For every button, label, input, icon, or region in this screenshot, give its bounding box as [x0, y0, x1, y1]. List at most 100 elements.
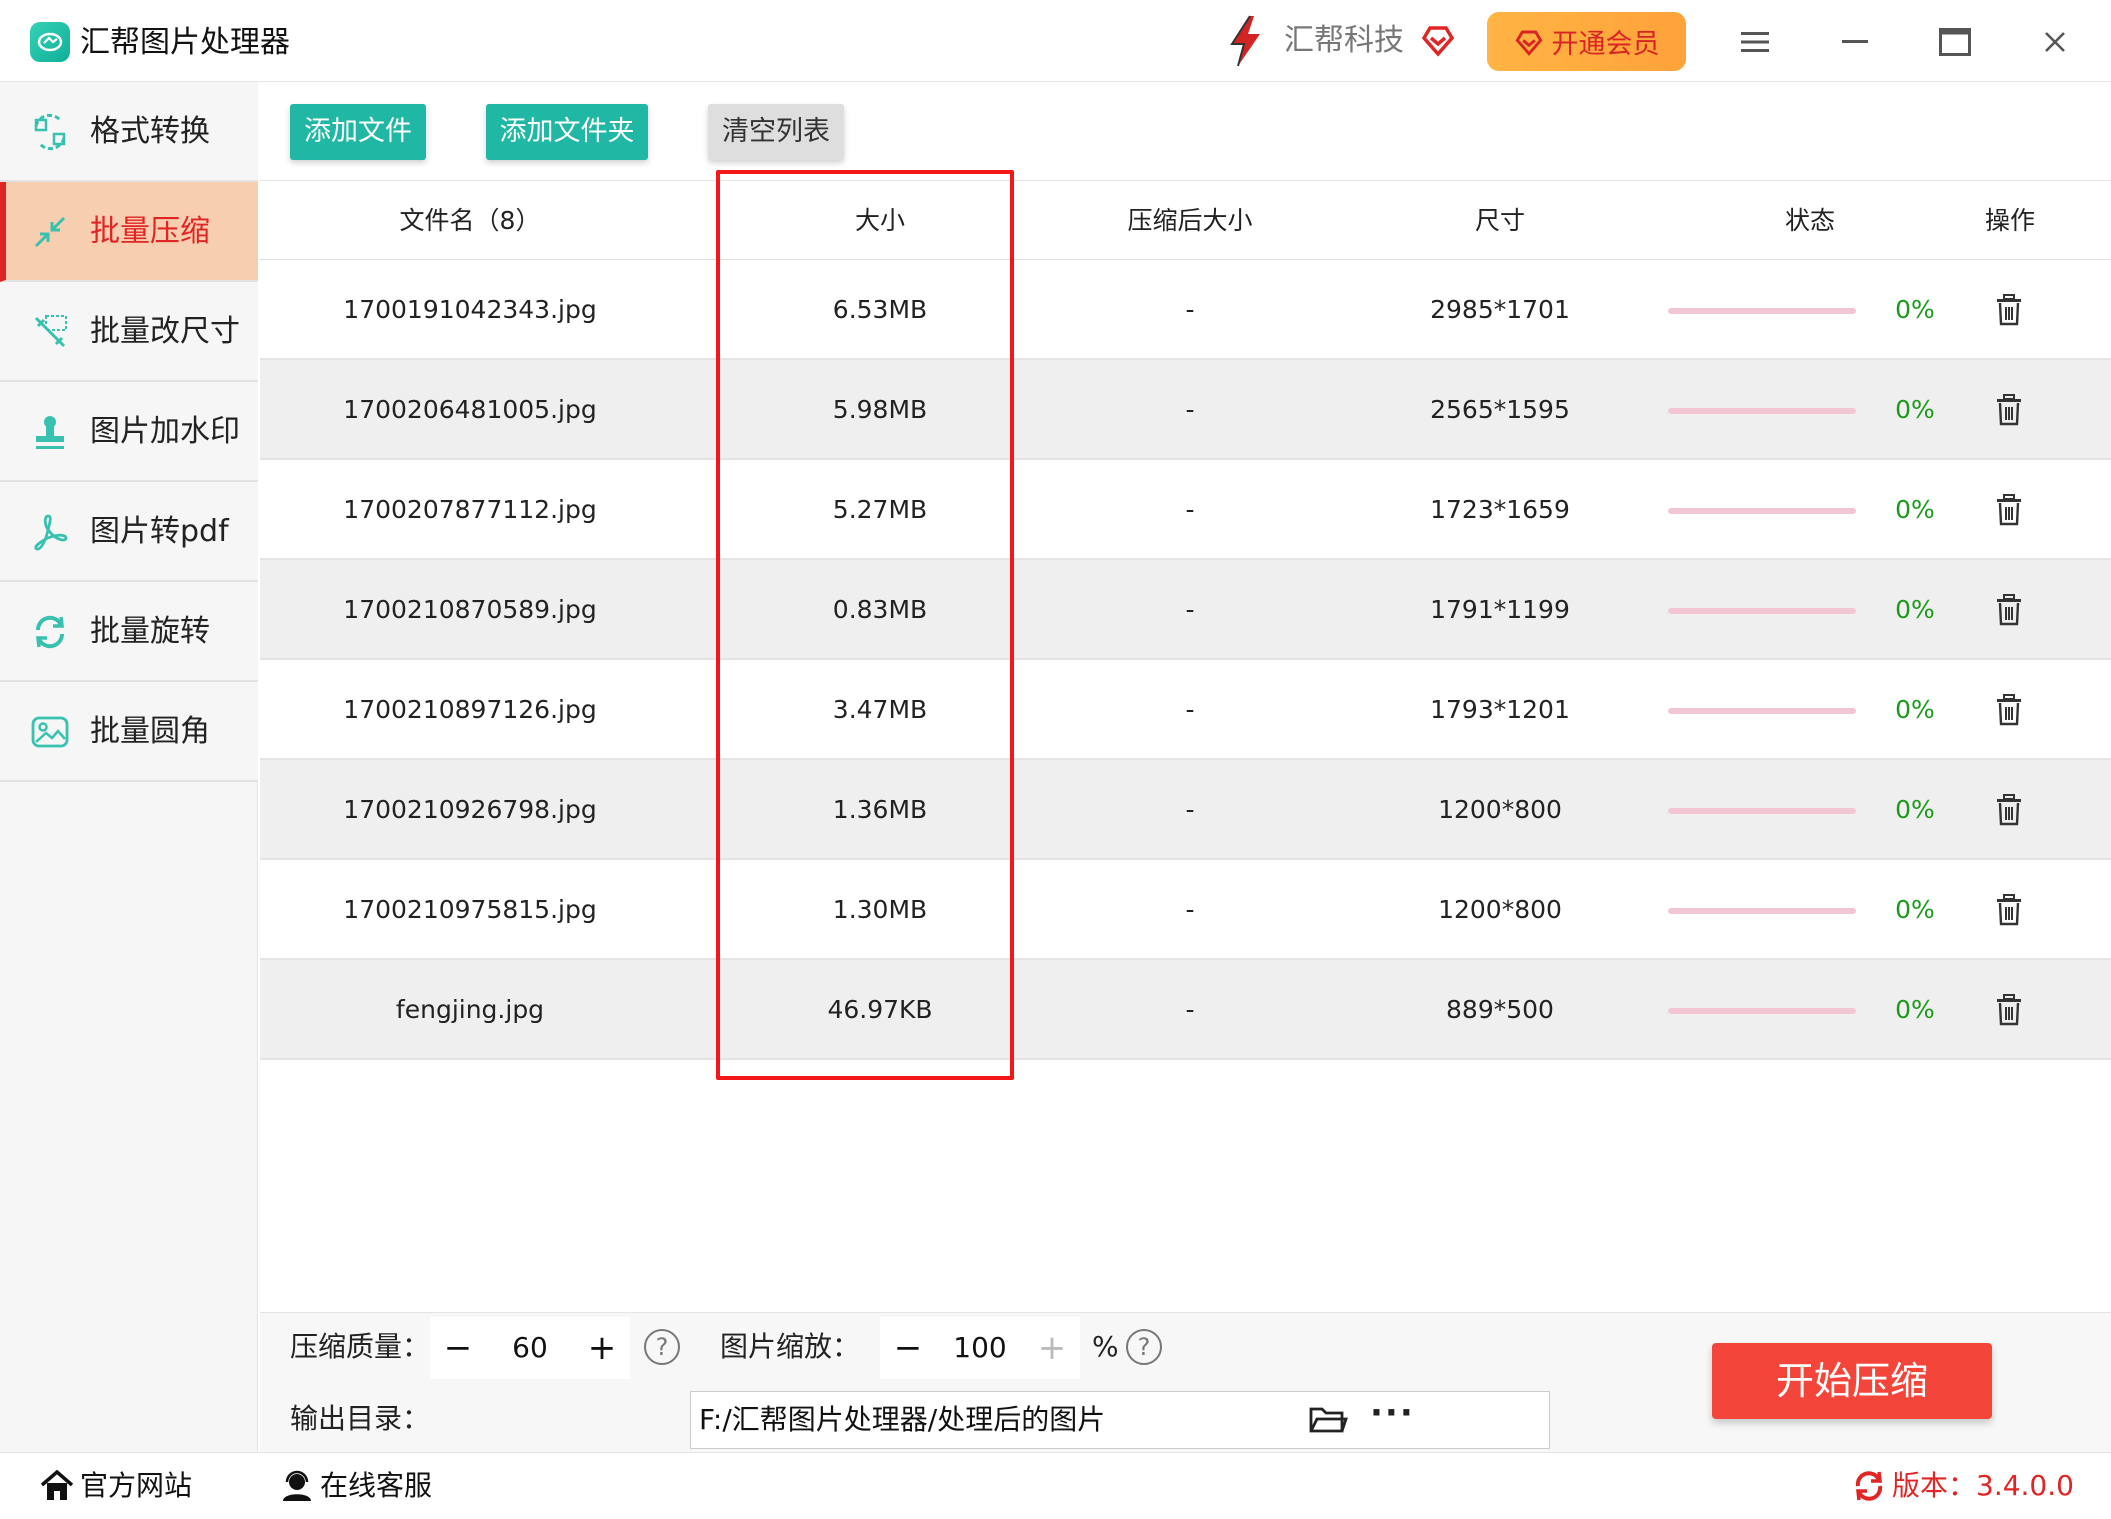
- cell-dimensions: 889*500: [1446, 995, 1554, 1024]
- trash-icon[interactable]: [1996, 994, 2022, 1026]
- clear-list-button[interactable]: 清空列表: [708, 104, 844, 160]
- output-label: 输出目录：: [290, 1402, 431, 1435]
- sidebar-item-format-convert[interactable]: 格式转换: [0, 82, 258, 182]
- start-compress-button[interactable]: 开始压缩: [1712, 1343, 1992, 1419]
- minimize-icon[interactable]: [1833, 20, 1877, 64]
- sidebar-item-to-pdf[interactable]: 图片转pdf: [0, 482, 258, 582]
- progress-bar: [1668, 408, 1856, 414]
- header-status: 状态: [1784, 206, 1835, 235]
- customer-service-icon: [283, 1470, 311, 1501]
- trash-icon[interactable]: [1996, 594, 2022, 626]
- sidebar-item-batch-rotate[interactable]: 批量旋转: [0, 582, 258, 682]
- quality-value[interactable]: 60: [486, 1317, 574, 1379]
- trash-icon[interactable]: [1996, 694, 2022, 726]
- cell-size: 0.83MB: [832, 595, 928, 624]
- table-row[interactable]: 1700191042343.jpg 6.53MB - 2985*1701 0%: [260, 260, 2111, 360]
- quality-increase-button[interactable]: +: [574, 1317, 630, 1379]
- table-row[interactable]: 1700210897126.jpg 3.47MB - 1793*1201 0%: [260, 660, 2111, 760]
- sidebar-item-watermark[interactable]: 图片加水印: [0, 382, 258, 482]
- trash-icon[interactable]: [1996, 494, 2022, 526]
- round-corner-icon: [31, 716, 69, 748]
- sidebar-item-round-corner[interactable]: 批量圆角: [0, 682, 258, 782]
- cell-compressed-size: -: [1185, 995, 1195, 1024]
- scale-increase-button[interactable]: +: [1024, 1317, 1080, 1379]
- online-support-label: 在线客服: [320, 1469, 433, 1502]
- progress-bar: [1668, 308, 1856, 314]
- cell-dimensions: 1200*800: [1438, 895, 1562, 924]
- footer: 官方网站 在线客服 版本：3.4.0.0: [0, 1452, 2111, 1519]
- cell-percent: 0%: [1895, 995, 1935, 1024]
- table-row[interactable]: fengjing.jpg 46.97KB - 889*500 0%: [260, 960, 2111, 1060]
- vip-heart-icon: [1515, 30, 1542, 56]
- cell-filename: 1700191042343.jpg: [343, 295, 597, 324]
- cell-compressed-size: -: [1185, 795, 1195, 824]
- cell-filename: 1700210870589.jpg: [343, 595, 597, 624]
- table-row[interactable]: 1700210870589.jpg 0.83MB - 1791*1199 0%: [260, 560, 2111, 660]
- quality-decrease-button[interactable]: −: [430, 1317, 486, 1379]
- cell-percent: 0%: [1895, 295, 1935, 324]
- scale-decrease-button[interactable]: −: [880, 1317, 936, 1379]
- quality-help-icon[interactable]: ?: [644, 1329, 680, 1365]
- online-support-link[interactable]: 在线客服: [280, 1465, 432, 1507]
- quality-stepper[interactable]: − 60 +: [430, 1317, 630, 1379]
- cell-filename: 1700206481005.jpg: [343, 395, 597, 424]
- progress-bar: [1668, 708, 1856, 714]
- header-compressed-size: 压缩后大小: [1127, 206, 1253, 235]
- cell-size: 5.98MB: [832, 395, 928, 424]
- sidebar-item-label: 批量圆角: [90, 714, 210, 749]
- brand-name: 汇帮科技: [1284, 23, 1404, 58]
- app-title: 汇帮图片处理器: [80, 25, 290, 60]
- brand-logo-icon: [1230, 15, 1260, 67]
- watermark-icon: [36, 416, 64, 449]
- add-folder-button[interactable]: 添加文件夹: [486, 104, 648, 160]
- scale-value[interactable]: 100: [936, 1317, 1024, 1379]
- cell-percent: 0%: [1895, 595, 1935, 624]
- maximize-icon[interactable]: [1933, 20, 1977, 64]
- add-file-button[interactable]: 添加文件: [290, 104, 426, 160]
- cell-compressed-size: -: [1185, 695, 1195, 724]
- header-action: 操作: [1984, 206, 2035, 235]
- version-info: 版本：3.4.0.0: [1852, 1465, 2074, 1507]
- cell-dimensions: 1200*800: [1438, 795, 1562, 824]
- cell-percent: 0%: [1895, 695, 1935, 724]
- title-bar: 汇帮图片处理器 汇帮科技 开通会员: [0, 0, 2111, 82]
- scale-stepper[interactable]: − 100 +: [880, 1317, 1080, 1379]
- table-header: 文件名（8） 大小 压缩后大小 尺寸 状态 操作: [260, 180, 2111, 260]
- cell-filename: 1700207877112.jpg: [343, 495, 597, 524]
- pdf-icon: [34, 514, 68, 551]
- cell-filename: 1700210926798.jpg: [343, 795, 597, 824]
- table-row[interactable]: 1700206481005.jpg 5.98MB - 2565*1595 0%: [260, 360, 2111, 460]
- trash-icon[interactable]: [1996, 794, 2022, 826]
- table-row[interactable]: 1700210975815.jpg 1.30MB - 1200*800 0%: [260, 860, 2111, 960]
- cell-dimensions: 1791*1199: [1430, 595, 1570, 624]
- cell-size: 6.53MB: [832, 295, 928, 324]
- official-website-link[interactable]: 官方网站: [40, 1465, 192, 1507]
- resize-icon: [34, 315, 67, 348]
- trash-icon[interactable]: [1996, 294, 2022, 326]
- cell-size: 1.30MB: [832, 895, 928, 924]
- table-row[interactable]: 1700210926798.jpg 1.36MB - 1200*800 0%: [260, 760, 2111, 860]
- more-options-button[interactable]: ···: [1370, 1393, 1415, 1433]
- vip-label: 开通会员: [1551, 29, 1660, 60]
- trash-icon[interactable]: [1996, 394, 2022, 426]
- scale-help-icon[interactable]: ?: [1126, 1329, 1162, 1365]
- folder-open-icon[interactable]: [1308, 1403, 1348, 1437]
- progress-bar: [1668, 508, 1856, 514]
- trash-icon[interactable]: [1996, 894, 2022, 926]
- cell-compressed-size: -: [1185, 395, 1195, 424]
- sidebar-item-batch-compress[interactable]: 批量压缩: [0, 182, 258, 282]
- sidebar-item-batch-resize[interactable]: 批量改尺寸: [0, 282, 258, 382]
- output-path-input[interactable]: F:/汇帮图片处理器/处理后的图片: [690, 1391, 1550, 1449]
- vip-button[interactable]: 开通会员: [1487, 12, 1686, 71]
- close-icon[interactable]: [2033, 20, 2077, 64]
- cell-dimensions: 1793*1201: [1430, 695, 1570, 724]
- menu-icon[interactable]: [1733, 20, 1777, 64]
- sidebar-item-label: 批量改尺寸: [90, 314, 240, 349]
- cell-size: 3.47MB: [832, 695, 928, 724]
- header-dimensions: 尺寸: [1474, 206, 1525, 235]
- table-row[interactable]: 1700207877112.jpg 5.27MB - 1723*1659 0%: [260, 460, 2111, 560]
- cell-dimensions: 1723*1659: [1430, 495, 1570, 524]
- cell-size: 1.36MB: [832, 795, 928, 824]
- sidebar: 格式转换 批量压缩 批量改尺寸 图片加水印 图片转pdf 批量旋转 批量圆角: [0, 82, 258, 1452]
- cell-filename: 1700210975815.jpg: [343, 895, 597, 924]
